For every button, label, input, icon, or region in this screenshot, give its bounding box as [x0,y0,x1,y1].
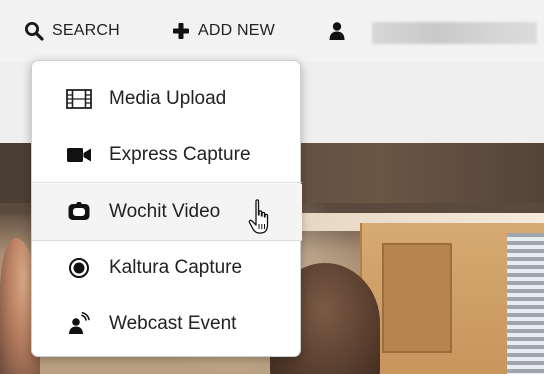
webcast-icon [66,312,92,336]
wochit-icon [66,200,92,224]
hand-cursor-icon [246,198,276,238]
film-icon [66,87,92,111]
menu-item-express-capture[interactable]: Express Capture [32,127,302,183]
add-new-button[interactable]: ADD NEW [172,18,275,44]
photo-cabinet [360,223,544,374]
photo-cabinet-door [382,243,452,353]
menu-item-webcast-event[interactable]: Webcast Event [32,296,302,352]
menu-item-kaltura-capture[interactable]: Kaltura Capture [32,240,302,296]
menu-item-label: Express Capture [109,144,251,165]
menu-item-label: Wochit Video [109,201,221,222]
add-new-label: ADD NEW [198,22,275,39]
user-name-redacted [372,22,537,44]
menu-item-media-upload[interactable]: Media Upload [32,71,302,127]
user-menu-button[interactable] [328,18,346,44]
menu-item-label: Webcast Event [109,313,237,334]
plus-icon [172,22,190,40]
menu-item-label: Kaltura Capture [109,257,243,278]
search-label: SEARCH [52,22,120,39]
menu-divider [32,182,302,183]
menu-item-label: Media Upload [109,88,227,109]
record-icon [66,256,92,280]
user-icon [328,21,346,41]
search-icon [24,21,44,41]
video-camera-icon [66,143,92,167]
search-button[interactable]: SEARCH [24,18,120,44]
photo-window-blinds [507,233,544,374]
